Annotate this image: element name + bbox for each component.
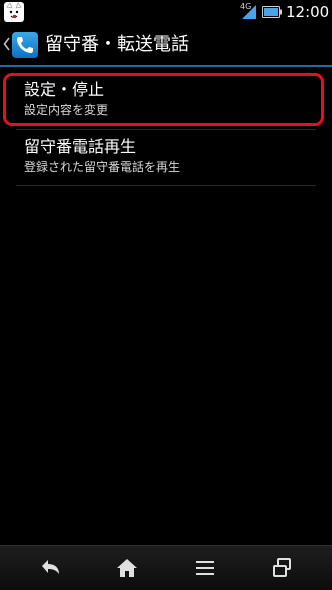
list-item-voicemail-playback[interactable]: 留守番電話再生 登録された留守番電話を再生	[0, 128, 332, 185]
phone-app-icon[interactable]	[12, 32, 38, 58]
nav-menu-button[interactable]	[175, 546, 235, 590]
nav-recent-apps-button[interactable]	[252, 546, 312, 590]
list-item-title: 設定・停止	[24, 80, 105, 99]
nav-home-button[interactable]	[97, 546, 157, 590]
battery-icon	[262, 6, 282, 18]
clock: 12:00	[286, 3, 330, 21]
list-item-subtitle: 設定内容を変更	[24, 103, 109, 117]
status-bar: 4G 12:00	[0, 0, 332, 24]
action-bar-divider	[0, 65, 332, 67]
action-bar[interactable]: 留守番・転送電話	[0, 24, 332, 66]
recent-apps-icon	[273, 558, 291, 577]
signal-strength-icon	[242, 5, 256, 19]
list-item-title: 留守番電話再生	[24, 137, 137, 156]
nav-back-button[interactable]	[20, 546, 80, 590]
menu-icon	[196, 561, 214, 575]
page-title: 留守番・転送電話	[45, 34, 189, 55]
home-icon	[117, 559, 137, 577]
navigation-bar	[0, 545, 332, 590]
list-item-settings-stop[interactable]: 設定・停止 設定内容を変更	[0, 71, 332, 128]
chevron-left-icon[interactable]	[3, 37, 11, 51]
list-item-subtitle: 登録された留守番電話を再生	[24, 160, 181, 174]
carrier-dog-icon	[4, 2, 24, 22]
list-divider	[16, 185, 316, 186]
back-icon	[42, 560, 59, 574]
